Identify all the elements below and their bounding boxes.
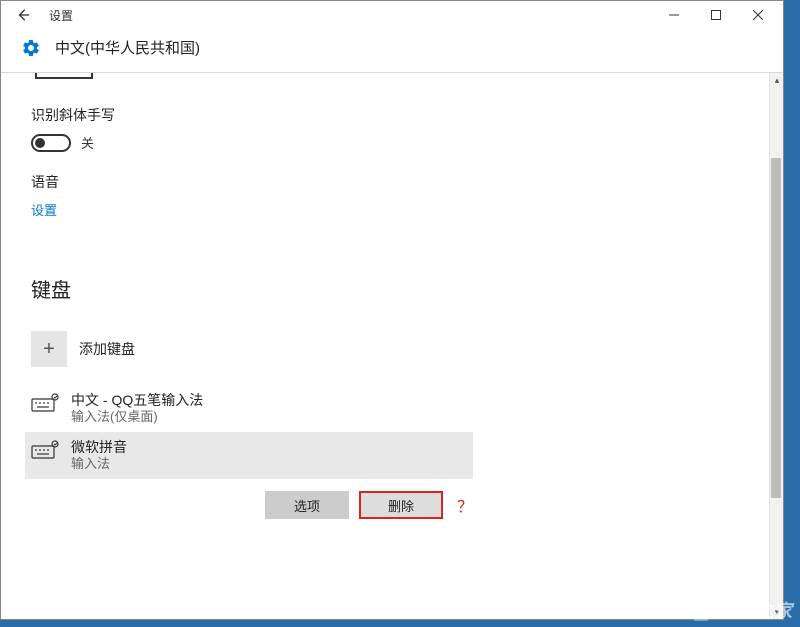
keyboard-icon <box>31 393 59 413</box>
remove-button[interactable]: 删除 <box>359 491 443 519</box>
window-controls <box>653 1 779 29</box>
add-keyboard-label: 添加键盘 <box>79 339 135 359</box>
ime-actions: 选项 删除 ？ <box>31 479 473 519</box>
ime-subtitle: 输入法 <box>71 456 127 473</box>
content-area: 识别斜体手写 关 语音 设置 键盘 + 添加键盘 <box>1 73 783 619</box>
toggle-state-label: 关 <box>81 133 94 152</box>
page-title: 中文(中华人民共和国) <box>55 37 200 58</box>
back-button[interactable] <box>5 1 41 29</box>
scroll-down-icon[interactable]: ▾ <box>770 605 783 619</box>
scrollbar[interactable]: ▴ ▾ <box>769 73 783 619</box>
ime-name: 中文 - QQ五笔输入法 <box>71 391 203 409</box>
scroll-up-icon[interactable]: ▴ <box>770 73 783 87</box>
voice-label: 语音 <box>31 172 753 192</box>
annotation-question: ？ <box>457 493 473 517</box>
close-button[interactable] <box>737 1 779 29</box>
maximize-button[interactable] <box>695 1 737 29</box>
ime-name: 微软拼音 <box>71 438 127 456</box>
partial-element <box>35 73 93 79</box>
handwriting-label: 识别斜体手写 <box>31 105 753 125</box>
options-button[interactable]: 选项 <box>265 491 349 519</box>
ime-subtitle: 输入法(仅桌面) <box>71 409 203 426</box>
keyboard-icon <box>31 440 59 460</box>
gear-icon <box>21 38 41 58</box>
settings-window: 设置 中文(中华人民共和国) 识别斜体手写 关 语音 设置 键盘 + 添加键盘 <box>0 0 784 620</box>
handwriting-toggle-row: 关 <box>31 133 753 152</box>
scrollbar-thumb[interactable] <box>771 158 781 498</box>
add-keyboard-row[interactable]: + 添加键盘 <box>31 331 753 367</box>
ime-item-qq[interactable]: 中文 - QQ五笔输入法 输入法(仅桌面) <box>31 385 753 432</box>
keyboard-heading: 键盘 <box>31 274 753 303</box>
plus-icon: + <box>31 331 67 367</box>
minimize-button[interactable] <box>653 1 695 29</box>
titlebar: 设置 <box>1 1 783 29</box>
voice-settings-link[interactable]: 设置 <box>31 200 57 219</box>
page-header: 中文(中华人民共和国) <box>1 29 783 73</box>
toggle-knob <box>35 138 45 148</box>
handwriting-toggle[interactable] <box>31 134 71 152</box>
ime-item-ms-pinyin[interactable]: 微软拼音 输入法 <box>25 432 473 479</box>
window-title: 设置 <box>49 7 73 24</box>
